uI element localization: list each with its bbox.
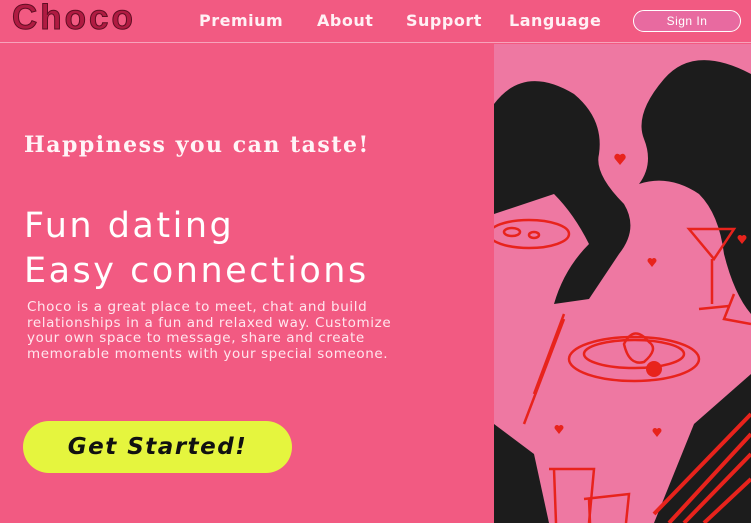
logo[interactable]: Choco [12, 0, 136, 38]
headline-line-2: Easy connections [24, 251, 369, 291]
hero-description: Choco is a great place to meet, chat and… [27, 299, 392, 362]
headline-line-1: Fun dating [24, 206, 235, 246]
nav-link-premium[interactable]: Premium [199, 11, 283, 30]
couple-dinner-illustration [494, 44, 751, 523]
nav-link-support[interactable]: Support [406, 11, 482, 30]
sign-in-button[interactable]: Sign In [633, 10, 741, 32]
hero-section: Happiness you can taste! Fun dating Easy… [0, 44, 494, 523]
hero-headline: Fun dating Easy connections [24, 204, 369, 294]
nav-link-language[interactable]: Language [509, 11, 601, 30]
get-started-button[interactable]: Get Started! [23, 421, 292, 473]
navbar: Choco Premium About Support Language Sig… [0, 0, 751, 43]
hero-illustration [494, 44, 751, 523]
nav-link-about[interactable]: About [317, 11, 373, 30]
hero-tagline: Happiness you can taste! [24, 132, 370, 158]
